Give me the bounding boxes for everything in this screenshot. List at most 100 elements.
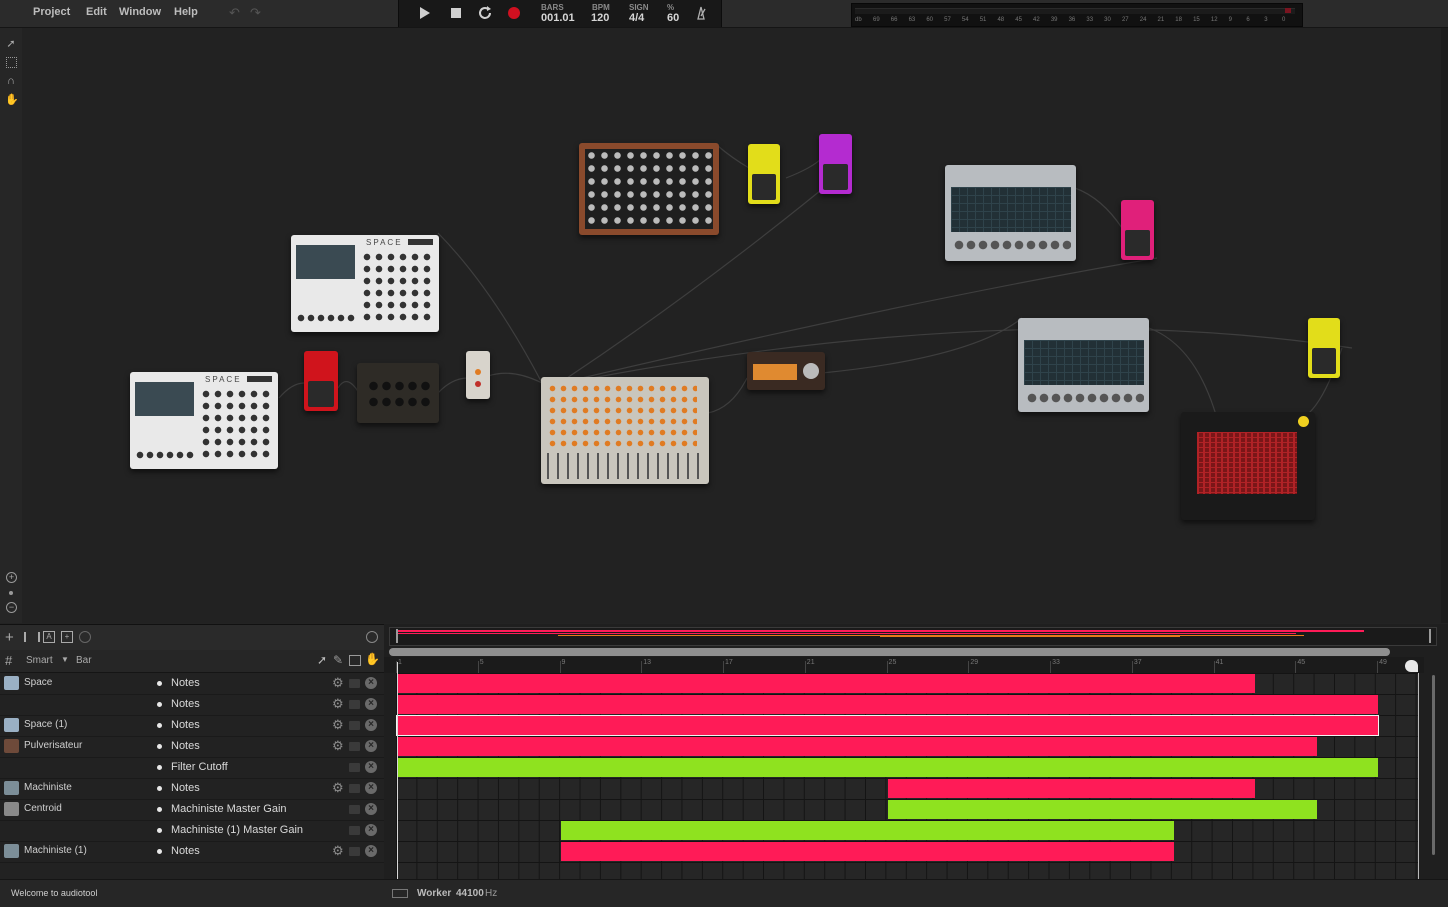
- close-icon[interactable]: ×: [365, 719, 377, 731]
- tube-effect-device[interactable]: [747, 352, 825, 390]
- stop-icon[interactable]: [448, 5, 464, 21]
- pulverisateur-panel[interactable]: [585, 149, 713, 229]
- close-icon[interactable]: ×: [365, 761, 377, 773]
- zoom-in-icon[interactable]: +: [6, 572, 17, 583]
- menu-window[interactable]: Window: [119, 6, 161, 18]
- purple-pedal-footswitch[interactable]: [823, 164, 848, 190]
- mute-toggle[interactable]: [349, 763, 360, 772]
- track-row[interactable]: Machiniste (1) Notes ⚙ ×: [0, 841, 384, 863]
- space-knobs[interactable]: [361, 251, 433, 321]
- track-name[interactable]: Space (1): [24, 719, 67, 730]
- vertical-scrollbar[interactable]: [1432, 675, 1435, 855]
- machiniste-1-device[interactable]: [1018, 318, 1149, 412]
- timeline-scrollbar[interactable]: [389, 648, 1390, 656]
- playhead[interactable]: [397, 662, 398, 879]
- yellow-pedal[interactable]: [748, 144, 780, 204]
- note-region[interactable]: [397, 695, 1379, 714]
- mode-select[interactable]: Smart: [26, 655, 53, 666]
- space-reverb-device[interactable]: SPACE: [291, 235, 439, 332]
- lane-parameter[interactable]: Notes: [171, 740, 200, 752]
- dark-effect-device[interactable]: [357, 363, 439, 423]
- gear-icon[interactable]: ⚙: [332, 718, 344, 732]
- track-row[interactable]: Space (1) Notes ⚙ ×: [0, 715, 384, 737]
- bar-ruler[interactable]: 1 5 9 13 17 21 25 29 33 37 41 45 49: [384, 657, 1424, 673]
- lane-parameter[interactable]: Notes: [171, 677, 200, 689]
- piano-roll-icon[interactable]: [24, 632, 40, 642]
- track-row[interactable]: Centroid Machiniste Master Gain ×: [0, 799, 384, 821]
- signature-value[interactable]: 4/4: [629, 12, 644, 24]
- mute-toggle[interactable]: [349, 784, 360, 793]
- space-1-knobs[interactable]: [200, 388, 272, 458]
- automation-region[interactable]: [560, 821, 1174, 840]
- automation-region[interactable]: [397, 758, 1379, 777]
- mute-toggle[interactable]: [349, 679, 360, 688]
- gear-icon[interactable]: ⚙: [332, 697, 344, 711]
- lane-parameter[interactable]: Notes: [171, 719, 200, 731]
- chevron-down-icon[interactable]: ▼: [61, 655, 69, 664]
- purple-pedal[interactable]: [819, 134, 852, 194]
- red-pedal-footswitch[interactable]: [308, 381, 334, 407]
- close-icon[interactable]: ×: [365, 803, 377, 815]
- close-icon[interactable]: ×: [365, 740, 377, 752]
- mute-toggle[interactable]: [349, 742, 360, 751]
- tube-effect-knob[interactable]: [803, 363, 819, 379]
- play-icon[interactable]: [416, 5, 432, 21]
- close-icon[interactable]: ×: [365, 698, 377, 710]
- percent-value[interactable]: 60: [667, 12, 679, 24]
- select-tool-icon[interactable]: ➚: [317, 653, 327, 667]
- bars-value[interactable]: 001.01: [541, 12, 575, 24]
- loop-icon[interactable]: [477, 5, 493, 21]
- device-desktop[interactable]: SPACE SPACE: [22, 28, 1441, 623]
- pink-pedal-footswitch[interactable]: [1125, 230, 1150, 256]
- machiniste-1-pattern-display[interactable]: [1024, 340, 1144, 385]
- machiniste-knobs[interactable]: [953, 237, 1071, 253]
- track-name[interactable]: Space: [24, 677, 52, 688]
- dark-device-knobs[interactable]: [367, 378, 432, 413]
- marquee-tool-icon[interactable]: [6, 57, 17, 68]
- hand-tool-icon[interactable]: ✋: [5, 94, 19, 106]
- mixer-faders[interactable]: [547, 453, 703, 479]
- track-row[interactable]: Machiniste (1) Master Gain ×: [0, 820, 384, 842]
- mute-toggle[interactable]: [349, 805, 360, 814]
- pointer-tool-icon[interactable]: ➚: [5, 38, 17, 50]
- lane-parameter[interactable]: Machiniste Master Gain: [171, 803, 287, 815]
- headphones-icon[interactable]: ∩: [5, 75, 17, 87]
- machiniste-1-knobs[interactable]: [1026, 390, 1144, 406]
- lane-parameter[interactable]: Notes: [171, 698, 200, 710]
- menu-help[interactable]: Help: [174, 6, 198, 18]
- red-stompbox-pedal[interactable]: [304, 351, 338, 411]
- track-name[interactable]: Machiniste (1): [24, 845, 87, 856]
- machiniste-pattern-display[interactable]: [951, 187, 1071, 232]
- note-region[interactable]: [397, 674, 1256, 693]
- lane-parameter[interactable]: Machiniste (1) Master Gain: [171, 824, 303, 836]
- note-region[interactable]: [395, 715, 1380, 736]
- track-row[interactable]: Notes ⚙ ×: [0, 694, 384, 716]
- gear-icon[interactable]: ⚙: [332, 739, 344, 753]
- hand-scroll-icon[interactable]: ✋: [365, 652, 380, 666]
- snap-select[interactable]: Bar: [76, 655, 92, 666]
- close-icon[interactable]: ×: [365, 845, 377, 857]
- gear-icon[interactable]: ⚙: [332, 781, 344, 795]
- song-overview[interactable]: [389, 627, 1437, 646]
- clip-grid[interactable]: [395, 673, 1418, 879]
- small-splitter-device[interactable]: [466, 351, 490, 399]
- gear-icon[interactable]: ⚙: [332, 844, 344, 858]
- space-lower-knobs[interactable]: [296, 313, 356, 323]
- automation-icon[interactable]: A: [43, 631, 55, 643]
- pencil-tool-icon[interactable]: ✎: [333, 653, 343, 667]
- midi-in-icon[interactable]: +: [61, 631, 73, 643]
- lane-parameter[interactable]: Filter Cutoff: [171, 761, 228, 773]
- yellow-pedal-2[interactable]: [1308, 318, 1340, 378]
- lane-parameter[interactable]: Notes: [171, 782, 200, 794]
- overview-handle-left[interactable]: [396, 629, 398, 643]
- note-region[interactable]: [560, 842, 1174, 861]
- track-row[interactable]: Pulverisateur Notes ⚙ ×: [0, 736, 384, 758]
- close-icon[interactable]: ×: [365, 677, 377, 689]
- mixer-device[interactable]: [541, 377, 709, 484]
- space-1-reverb-device[interactable]: SPACE: [130, 372, 278, 469]
- follow-icon[interactable]: [79, 631, 91, 643]
- mute-toggle[interactable]: [349, 700, 360, 709]
- mute-toggle[interactable]: [349, 847, 360, 856]
- mute-toggle[interactable]: [349, 721, 360, 730]
- bpm-value[interactable]: 120: [591, 12, 609, 24]
